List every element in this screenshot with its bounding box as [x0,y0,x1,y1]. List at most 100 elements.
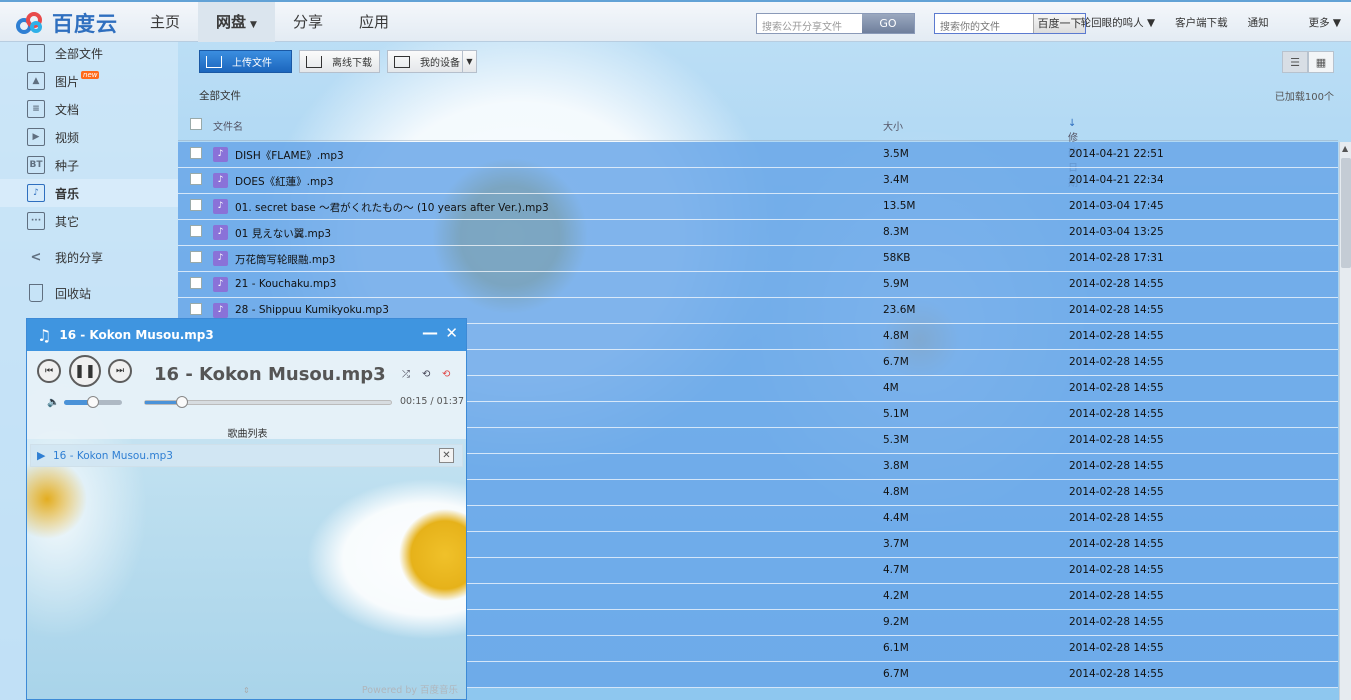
file-list-scrollbar[interactable]: ▲ [1339,142,1351,700]
playlist-item[interactable]: ▶ 16 - Kokon Musou.mp3 ✕ [30,444,463,467]
more-menu[interactable]: 更多 ▼ [1289,2,1341,44]
file-name[interactable]: 21 - Kouchaku.mp3 [235,278,336,290]
sort-down-icon: ↓ [1068,118,1077,129]
row-checkbox[interactable] [190,225,202,237]
nav-home[interactable]: 主页 [132,2,198,42]
file-name[interactable]: 01. secret base ～君がくれたもの～ (10 years afte… [235,200,549,215]
nav-netdisk[interactable]: 网盘 ▼ [198,2,275,42]
sidebar-item-music[interactable]: ♪ 音乐 [0,179,178,207]
music-file-icon: ♪ [213,199,228,214]
public-search-input[interactable]: 搜索公开分享文件 [757,14,862,33]
table-row[interactable]: ♪ 01 見えない翼.mp3 8.3M 2014-03-04 13:25 [178,220,1338,246]
sidebar-item-label: 文档 [55,102,80,117]
nav-share[interactable]: 分享 [275,2,341,42]
select-all-checkbox[interactable] [190,118,202,130]
file-name[interactable]: 01 見えない翼.mp3 [235,226,331,241]
table-row[interactable]: ♪ 21 - Kouchaku.mp3 5.9M 2014-02-28 14:55 [178,272,1338,298]
sidebar-item-torrents[interactable]: BT 种子 [0,151,178,179]
sidebar-item-documents[interactable]: ≡ 文档 [0,95,178,123]
file-search-input[interactable]: 搜索你的文件 [935,14,1033,33]
public-search-button[interactable]: GO [862,14,914,33]
sidebar-item-trash[interactable]: 回收站 [0,279,178,307]
notify-link[interactable]: 通知 [1248,2,1269,44]
sidebar-item-all-files[interactable]: 全部文件 [0,39,178,67]
file-size: 5.3M [883,434,909,446]
player-title-bar[interactable]: ♫ 16 - Kokon Musou.mp3 — ✕ [27,319,466,351]
pause-button[interactable]: ❚❚ [69,355,101,387]
repeat-all-icon[interactable]: ⟲ [422,369,430,380]
client-download-link[interactable]: 客户端下载 [1175,2,1228,44]
offline-download-button[interactable]: 离线下载 [299,50,380,73]
file-date: 2014-04-21 22:51 [1069,148,1164,160]
progress-bar[interactable] [144,396,392,408]
previous-button[interactable]: ⏮ [37,359,61,383]
row-checkbox[interactable] [190,199,202,211]
table-row[interactable]: ♪ DOES《紅蓮》.mp3 3.4M 2014-04-21 22:34 [178,168,1338,194]
scrollbar-thumb[interactable] [1341,158,1351,268]
music-file-icon: ♪ [213,173,228,188]
sidebar-item-label: 视频 [55,130,80,145]
minimize-icon[interactable]: — [422,323,438,342]
my-device-label: 我的设备 [420,58,460,69]
row-checkbox[interactable] [190,303,202,315]
logo[interactable]: 百度云 [14,8,118,38]
playback-time: 00:15 / 01:37 [400,396,464,407]
nav-apps[interactable]: 应用 [341,2,407,42]
breadcrumb[interactable]: 全部文件 [199,88,241,103]
file-date: 2014-03-04 13:25 [1069,226,1164,238]
list-view-button[interactable]: ☰ [1282,51,1308,73]
sidebar-item-images[interactable]: ▲ 图片 new [0,67,178,95]
new-badge: new [81,71,100,79]
file-size: 6.1M [883,642,909,654]
next-button[interactable]: ⏭ [108,359,132,383]
sidebar-item-other[interactable]: ··· 其它 [0,207,178,235]
progress-knob[interactable] [176,396,189,408]
file-date: 2014-02-28 14:55 [1069,668,1164,680]
loaded-count: 已加载100个 [1274,92,1334,103]
chevron-down-icon[interactable]: ▼ [462,51,476,72]
sidebar-item-my-share[interactable]: < 我的分享 [0,243,178,271]
sidebar-item-videos[interactable]: ▶ 视频 [0,123,178,151]
repeat-one-icon[interactable]: ⟲ [442,369,450,380]
more-label: 更多 [1308,17,1330,29]
volume-knob[interactable] [87,396,99,408]
play-icon: ▶ [37,449,46,462]
scroll-up-icon[interactable]: ▲ [1342,144,1348,153]
file-date: 2014-02-28 14:55 [1069,512,1164,524]
file-name[interactable]: 28 - Shippuu Kumikyoku.mp3 [235,304,389,316]
my-device-button[interactable]: 我的设备 ▼ [387,50,477,73]
file-name[interactable]: DOES《紅蓮》.mp3 [235,174,334,189]
table-row[interactable]: ♪ 万花筒写轮眼融.mp3 58KB 2014-02-28 17:31 [178,246,1338,272]
file-size: 9.2M [883,616,909,628]
close-icon[interactable]: ✕ [445,324,458,342]
resize-grip-icon[interactable]: ⇕ [243,686,250,695]
table-row[interactable]: ♪ DISH《FLAME》.mp3 3.5M 2014-04-21 22:51 [178,142,1338,168]
volume-icon[interactable]: 🔈 [47,397,59,408]
row-checkbox[interactable] [190,173,202,185]
music-file-icon: ♪ [213,251,228,266]
column-name[interactable]: 文件名 [213,118,243,133]
table-row[interactable]: ♪ 01. secret base ～君がくれたもの～ (10 years aft… [178,194,1338,220]
music-player: ♫ 16 - Kokon Musou.mp3 — ✕ ⏮ ❚❚ ⏭ 16 - K… [26,318,467,700]
file-size: 13.5M [883,200,916,212]
remove-item-icon[interactable]: ✕ [439,448,454,463]
file-size: 4.8M [883,486,909,498]
file-size: 4.7M [883,564,909,576]
grid-view-button[interactable]: ▦ [1308,51,1334,73]
user-menu[interactable]: 轮回眼的鸣人 ▼ [1061,2,1155,44]
chevron-down-icon: ▼ [250,20,257,30]
row-checkbox[interactable] [190,251,202,263]
file-date: 2014-02-28 14:55 [1069,564,1164,576]
column-date[interactable]: 修改日期 ↓ [1068,118,1078,189]
upload-button[interactable]: 上传文件 [199,50,292,73]
column-size[interactable]: 大小 [883,118,903,133]
shuffle-icon[interactable]: ⤮ [402,369,410,380]
file-name[interactable]: DISH《FLAME》.mp3 [235,148,344,163]
file-name[interactable]: 万花筒写轮眼融.mp3 [235,252,335,267]
now-playing-song: 16 - Kokon Musou.mp3 [154,364,386,385]
row-checkbox[interactable] [190,147,202,159]
volume-slider[interactable] [64,396,122,408]
chevron-down-icon: ▼ [1332,17,1341,29]
row-checkbox[interactable] [190,277,202,289]
video-icon: ▶ [27,128,45,146]
